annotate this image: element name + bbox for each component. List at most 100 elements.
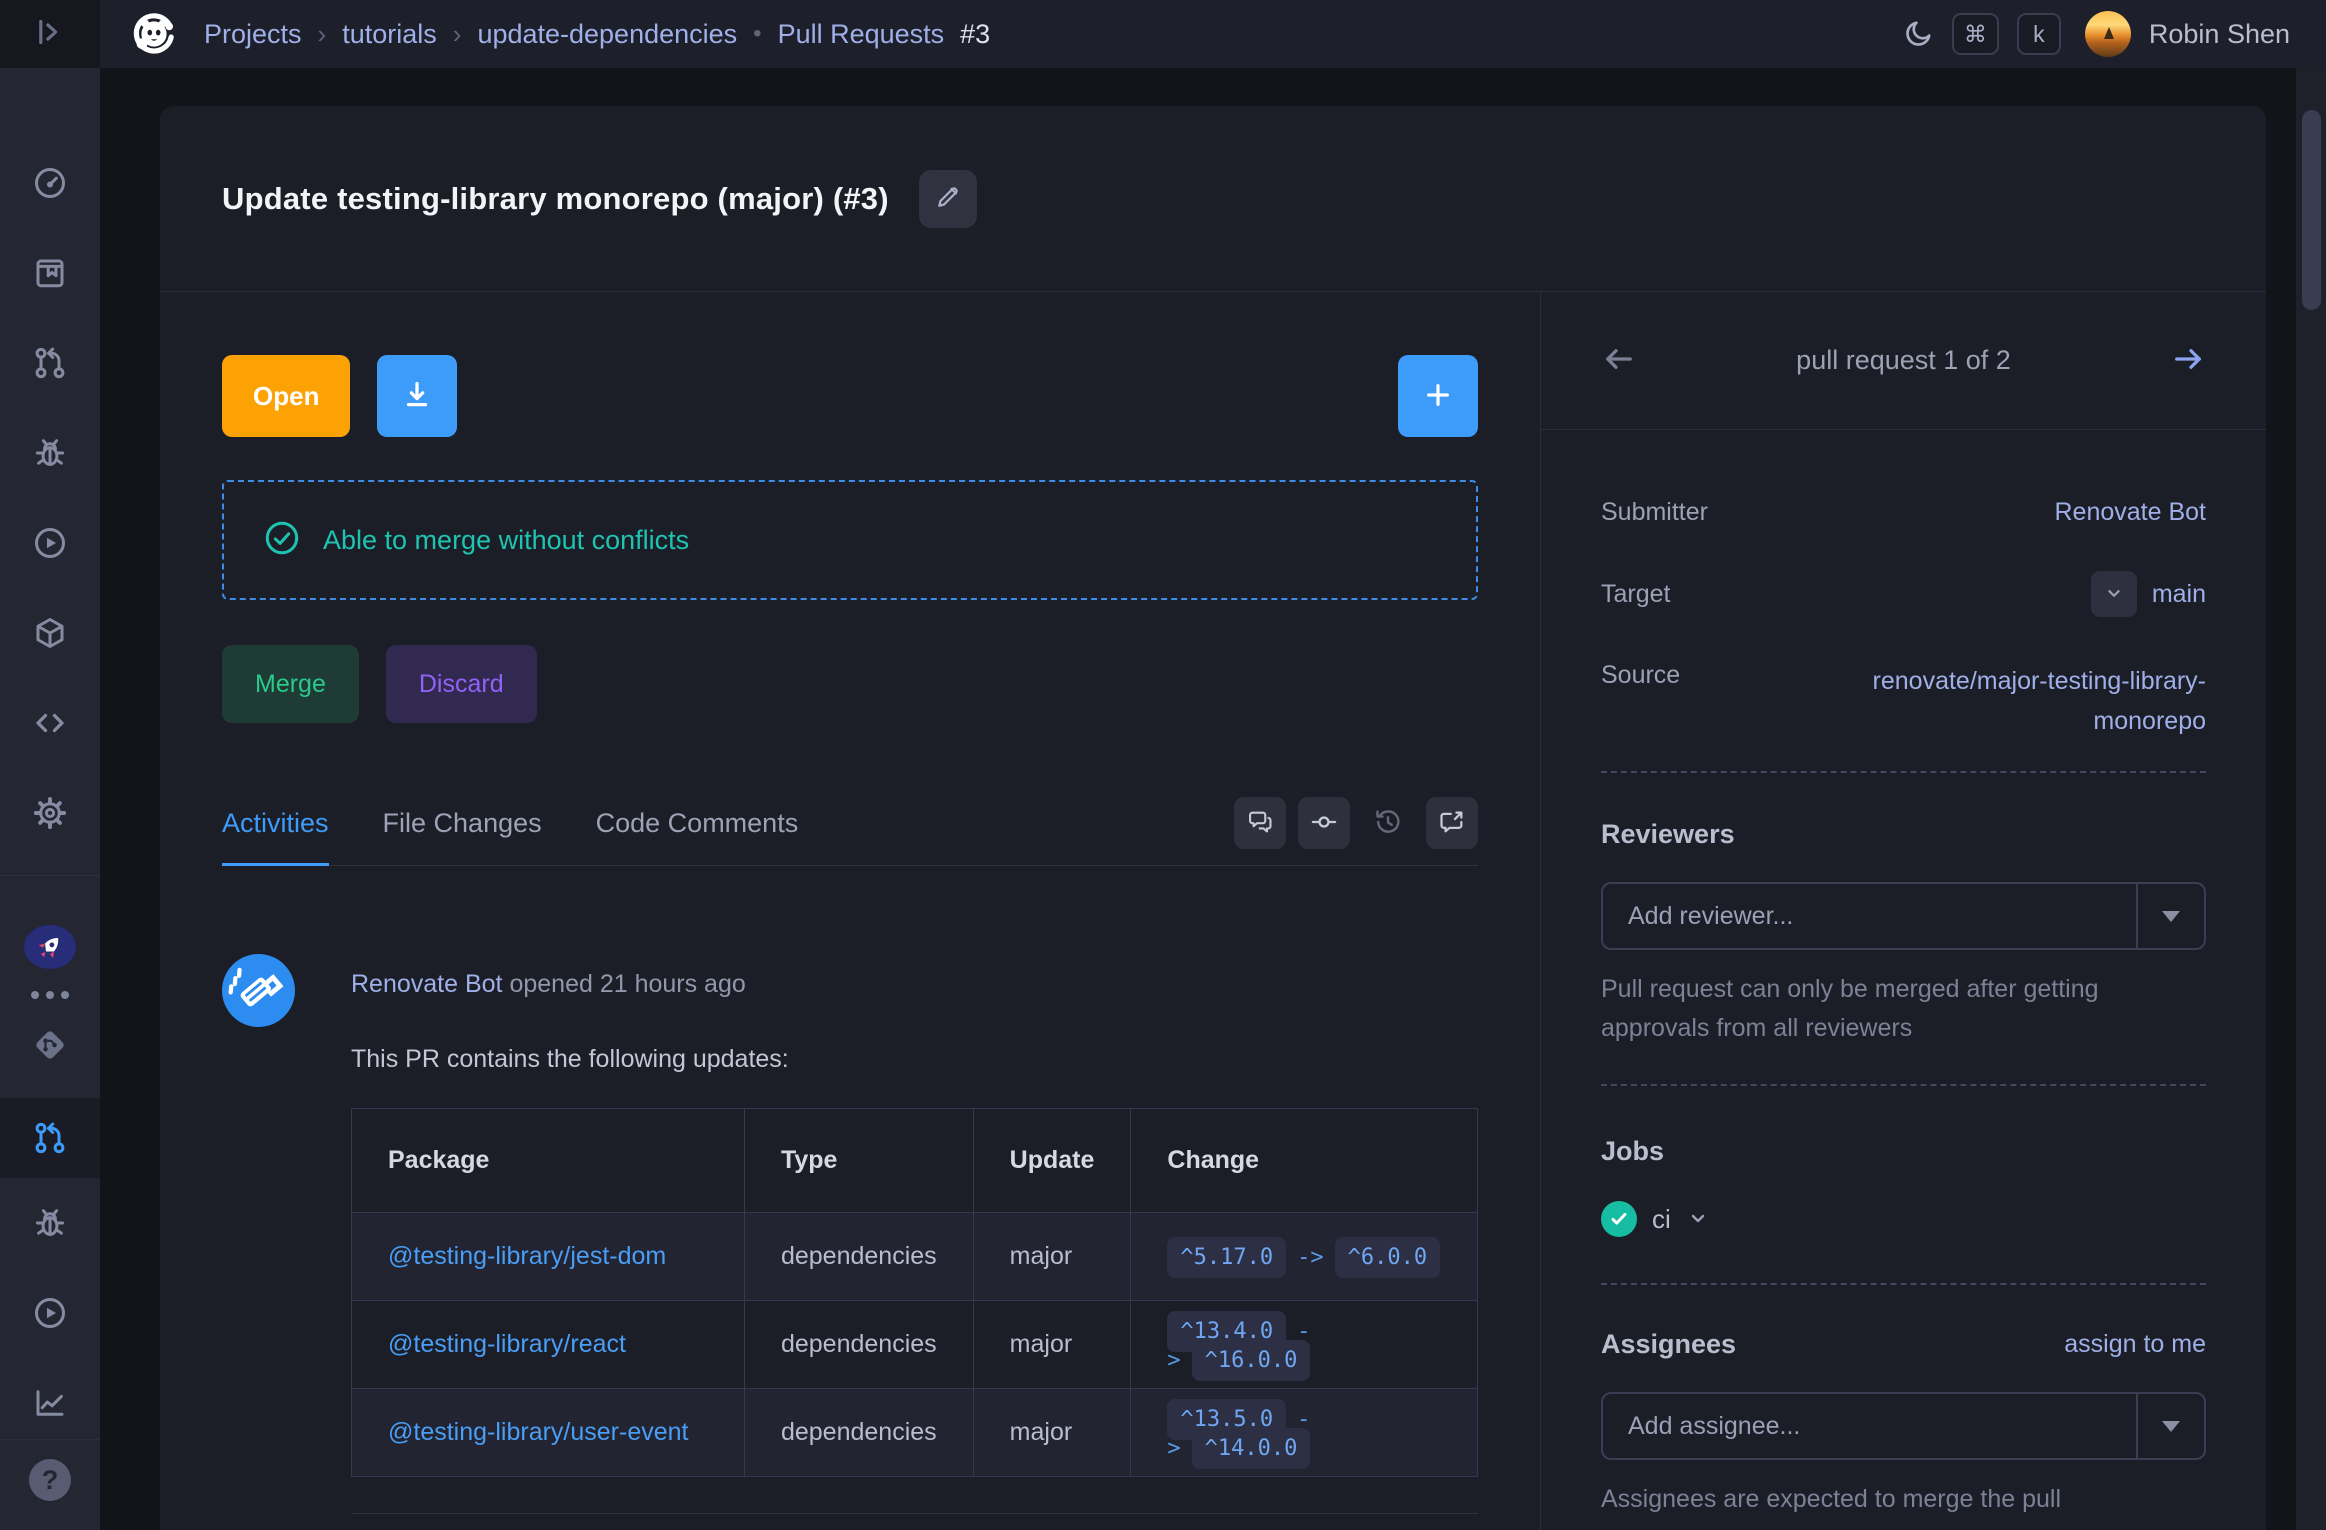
cell-change: ^13.5.0->^14.0.0 xyxy=(1131,1389,1478,1477)
pr-state-open-button[interactable]: Open xyxy=(222,355,350,437)
commit-icon xyxy=(1310,808,1338,839)
breadcrumb-project[interactable]: tutorials xyxy=(342,19,437,50)
package-link[interactable]: @testing-library/jest-dom xyxy=(388,1242,666,1270)
pull-requests-active-item[interactable] xyxy=(0,1098,100,1178)
more-options-icon[interactable] xyxy=(31,991,69,999)
cell-type: dependencies xyxy=(744,1213,973,1301)
settings-gear-icon[interactable] xyxy=(32,795,68,831)
previous-pr-button[interactable] xyxy=(1601,341,1637,380)
package-link[interactable]: @testing-library/react xyxy=(388,1330,626,1358)
cell-type: dependencies xyxy=(744,1301,973,1389)
version-to: ^14.0.0 xyxy=(1192,1428,1311,1469)
plus-icon xyxy=(1422,379,1454,414)
sidebar-dashed-divider xyxy=(1601,1084,2206,1086)
user-avatar[interactable] xyxy=(2085,11,2131,57)
project-issues-bug-icon[interactable] xyxy=(32,1205,68,1241)
history-button[interactable] xyxy=(1362,797,1414,849)
pr-pager-text: pull request 1 of 2 xyxy=(1796,345,2011,376)
discard-button[interactable]: Discard xyxy=(386,645,537,723)
sidebar-toggle-button[interactable] xyxy=(0,0,100,68)
submitter-value-link[interactable]: Renovate Bot xyxy=(2055,498,2207,527)
show-commits-button[interactable] xyxy=(1298,797,1350,849)
sidebar-expand-icon xyxy=(33,15,67,54)
cell-change: ^13.4.0->^16.0.0 xyxy=(1131,1301,1478,1389)
onedev-logo-icon[interactable] xyxy=(130,10,178,58)
breadcrumb-projects[interactable]: Projects xyxy=(204,19,302,50)
builds-play-icon[interactable] xyxy=(32,525,68,561)
target-branch-link[interactable]: main xyxy=(2152,580,2206,609)
caret-down-icon xyxy=(2162,911,2180,922)
job-expand-button[interactable] xyxy=(1686,1206,1710,1233)
shortcut-k-key: k xyxy=(2017,13,2061,55)
select-caret-box[interactable] xyxy=(2136,1394,2204,1458)
source-row: Source renovate/major-testing-library-mo… xyxy=(1601,661,2206,741)
page-scrollbar-thumb[interactable] xyxy=(2302,110,2321,310)
code-fork-icon[interactable] xyxy=(32,1027,68,1063)
pr-tabs: Activities File Changes Code Comments xyxy=(222,797,1478,866)
activity-item: Renovate Bot opened 21 hours ago This PR… xyxy=(222,954,1478,1514)
cell-update: major xyxy=(973,1389,1131,1477)
pr-sidebar: pull request 1 of 2 Submitter Renovate B… xyxy=(1540,292,2266,1530)
cell-change: ^5.17.0->^6.0.0 xyxy=(1131,1213,1478,1301)
package-link[interactable]: @testing-library/user-event xyxy=(388,1418,689,1446)
project-builds-play-icon[interactable] xyxy=(32,1295,68,1331)
breadcrumb-chevron-icon: › xyxy=(453,19,462,50)
assignees-header-row: Assignees assign to me xyxy=(1601,1329,2206,1360)
code-icon[interactable] xyxy=(32,705,68,741)
open-in-new-button[interactable] xyxy=(1426,797,1478,849)
tab-action-buttons xyxy=(1234,797,1478,865)
shortcut-cmd-key: ⌘ xyxy=(1952,13,1999,55)
activity-author-link[interactable]: Renovate Bot xyxy=(351,970,503,998)
activity-intro-text: This PR contains the following updates: xyxy=(351,1045,1478,1074)
add-assignee-select[interactable]: Add assignee... xyxy=(1601,1392,2206,1460)
chevron-down-icon xyxy=(1686,1206,1710,1233)
rail-divider xyxy=(0,875,100,876)
merge-button[interactable]: Merge xyxy=(222,645,359,723)
renovate-bot-avatar[interactable] xyxy=(222,954,295,1027)
page-scrollbar-track[interactable] xyxy=(2296,68,2326,1530)
pr-decision-row: Merge Discard xyxy=(222,645,1478,723)
pr-body: Open xyxy=(160,292,2266,1530)
job-success-check-icon xyxy=(1601,1201,1637,1237)
left-rail: ? xyxy=(0,68,100,1530)
breadcrumb-pr-number: #3 xyxy=(960,19,990,50)
breadcrumb-repo[interactable]: update-dependencies xyxy=(477,19,737,50)
dark-mode-toggle-icon[interactable] xyxy=(1902,18,1934,50)
project-avatar-rocket-icon[interactable] xyxy=(24,925,76,969)
assign-to-me-link[interactable]: assign to me xyxy=(2064,1330,2206,1359)
history-clock-icon xyxy=(1373,807,1403,840)
onedev-app: Projects › tutorials › update-dependenci… xyxy=(0,0,2326,1530)
help-icon[interactable]: ? xyxy=(29,1459,71,1501)
add-comment-button[interactable] xyxy=(1398,355,1478,437)
version-to: ^6.0.0 xyxy=(1335,1237,1440,1278)
col-header-change: Change xyxy=(1131,1109,1478,1213)
source-branch-link[interactable]: renovate/major-testing-library-monorepo xyxy=(1776,661,2206,741)
edit-title-button[interactable] xyxy=(919,170,977,228)
add-reviewer-select[interactable]: Add reviewer... xyxy=(1601,882,2206,950)
version-from: ^5.17.0 xyxy=(1167,1237,1286,1278)
user-name[interactable]: Robin Shen xyxy=(2149,19,2290,50)
next-pr-button[interactable] xyxy=(2170,341,2206,380)
pull-request-icon[interactable] xyxy=(32,345,68,381)
select-caret-box[interactable] xyxy=(2136,884,2204,948)
tab-activities[interactable]: Activities xyxy=(222,808,329,866)
add-assignee-placeholder: Add assignee... xyxy=(1603,1394,2136,1458)
submitter-label: Submitter xyxy=(1601,498,1708,527)
check-circle-icon xyxy=(263,519,301,562)
col-header-package: Package xyxy=(352,1109,745,1213)
merge-status-box: Able to merge without conflicts xyxy=(222,480,1478,600)
tab-file-changes[interactable]: File Changes xyxy=(383,808,542,866)
reviewers-help-text: Pull request can only be merged after ge… xyxy=(1601,970,2206,1048)
breadcrumb-pull-requests[interactable]: Pull Requests xyxy=(778,19,945,50)
download-patch-button[interactable] xyxy=(377,355,457,437)
tab-code-comments[interactable]: Code Comments xyxy=(596,808,799,866)
show-comments-button[interactable] xyxy=(1234,797,1286,849)
updates-table: Package Type Update Change @testing-libr… xyxy=(351,1108,1478,1477)
issues-bug-icon[interactable] xyxy=(32,435,68,471)
target-branch-dropdown-button[interactable] xyxy=(2091,571,2137,617)
top-bar: Projects › tutorials › update-dependenci… xyxy=(0,0,2326,68)
docs-book-icon[interactable] xyxy=(32,255,68,291)
dashboard-icon[interactable] xyxy=(32,165,68,201)
packages-box-icon[interactable] xyxy=(32,615,68,651)
stats-chart-icon[interactable] xyxy=(32,1385,68,1421)
